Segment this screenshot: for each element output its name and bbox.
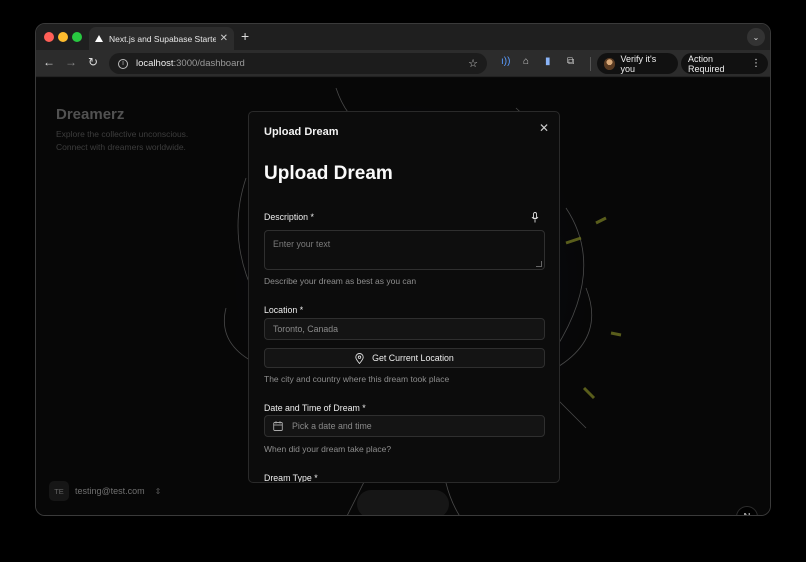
location-value: Toronto, Canada bbox=[273, 324, 339, 334]
bookmark-star-icon[interactable]: ☆ bbox=[468, 57, 478, 70]
dialog-header: Upload Dream bbox=[264, 126, 339, 138]
toolbar-separator bbox=[590, 57, 591, 71]
resize-grip[interactable] bbox=[536, 261, 542, 267]
microphone-icon[interactable] bbox=[531, 212, 539, 223]
map-pin-icon bbox=[355, 352, 364, 364]
datetime-label: Date and Time of Dream * bbox=[264, 403, 366, 413]
tab-search-button[interactable]: ⌄ bbox=[747, 28, 765, 46]
vercel-icon bbox=[95, 35, 103, 42]
document-extension-icon[interactable]: ▮ bbox=[545, 56, 551, 67]
action-required-button[interactable]: Action Required ⋮ bbox=[681, 53, 768, 74]
url-host: localhost bbox=[136, 58, 174, 69]
close-window-button[interactable] bbox=[44, 32, 54, 42]
kebab-menu-icon[interactable]: ⋮ bbox=[751, 58, 761, 69]
calendar-icon bbox=[273, 421, 283, 431]
description-textarea[interactable]: Enter your text bbox=[264, 230, 545, 270]
verify-profile-button[interactable]: Verify it's you bbox=[597, 53, 678, 74]
description-hint: Describe your dream as best as you can bbox=[264, 276, 417, 286]
url-path: :3000/dashboard bbox=[173, 58, 245, 69]
back-button[interactable]: ← bbox=[41, 55, 57, 69]
dialog-close-icon[interactable]: ✕ bbox=[539, 121, 549, 135]
audio-extension-icon[interactable]: ı)) bbox=[501, 56, 510, 67]
browser-toolbar: ← → ↻ i localhost:3000/dashboard ☆ ı)) ⌂… bbox=[36, 50, 770, 77]
incognito-extension-icon[interactable]: ⌂ bbox=[523, 56, 529, 67]
location-input[interactable]: Toronto, Canada bbox=[264, 318, 545, 340]
reload-button[interactable]: ↻ bbox=[85, 55, 101, 69]
description-placeholder: Enter your text bbox=[273, 239, 331, 249]
form-title: Upload Dream bbox=[264, 163, 393, 184]
site-info-icon[interactable]: i bbox=[118, 58, 128, 69]
verify-label: Verify it's you bbox=[620, 53, 657, 74]
new-tab-button[interactable]: + bbox=[241, 28, 249, 44]
address-bar[interactable]: i localhost:3000/dashboard ☆ bbox=[109, 53, 487, 74]
browser-window: Next.js and Supabase Starter ✕ + ⌄ ← → ↻… bbox=[35, 23, 771, 516]
get-location-label: Get Current Location bbox=[372, 353, 454, 363]
tab-bar: Next.js and Supabase Starter ✕ + ⌄ bbox=[36, 24, 770, 50]
maximize-window-button[interactable] bbox=[72, 32, 82, 42]
location-hint: The city and country where this dream to… bbox=[264, 374, 450, 384]
datetime-picker[interactable]: Pick a date and time bbox=[264, 415, 545, 437]
tab-active[interactable]: Next.js and Supabase Starter ✕ bbox=[89, 27, 234, 50]
puzzle-extensions-icon[interactable]: ⧉ bbox=[567, 56, 574, 67]
datetime-hint: When did your dream take place? bbox=[264, 444, 392, 454]
dream-type-label: Dream Type * bbox=[264, 473, 318, 483]
minimize-window-button[interactable] bbox=[58, 32, 68, 42]
tab-title: Next.js and Supabase Starter bbox=[109, 33, 216, 44]
action-label: Action Required bbox=[688, 53, 725, 74]
tab-close-icon[interactable]: ✕ bbox=[220, 33, 228, 44]
datetime-placeholder: Pick a date and time bbox=[292, 421, 372, 431]
description-label: Description * bbox=[264, 212, 314, 222]
location-label: Location * bbox=[264, 305, 304, 315]
upload-dream-dialog: Upload Dream ✕ Upload Dream Description … bbox=[248, 111, 560, 483]
get-current-location-button[interactable]: Get Current Location bbox=[264, 348, 545, 368]
page-content: Dreamerz Explore the collective unconsci… bbox=[36, 78, 770, 515]
profile-avatar bbox=[604, 57, 616, 70]
forward-button[interactable]: → bbox=[63, 55, 79, 69]
